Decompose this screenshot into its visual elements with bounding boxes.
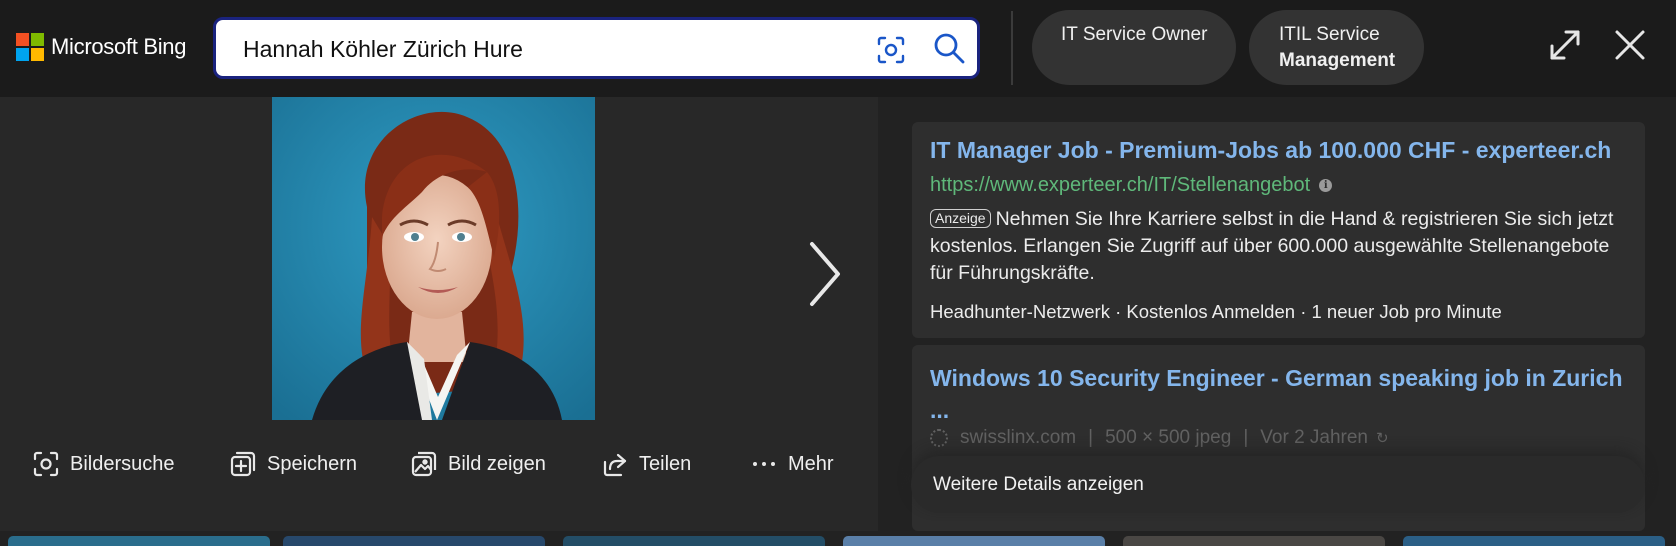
thumbnail[interactable] [563, 536, 825, 546]
ad-description-text: Nehmen Sie Ihre Karriere selbst in die H… [930, 208, 1614, 284]
search-box[interactable] [213, 17, 980, 79]
expand-icon[interactable] [1546, 26, 1584, 64]
result-meta: swisslinx.com | 500 × 500 jpeg | Vor 2 J… [930, 427, 1389, 449]
result-size: 500 × 500 jpeg [1105, 427, 1232, 448]
action-more[interactable]: Mehr [750, 444, 834, 484]
action-visual-search[interactable]: Bildersuche [32, 444, 175, 484]
action-share[interactable]: Teilen [601, 444, 691, 484]
thumbnail[interactable] [1123, 536, 1385, 546]
history-icon: ↻ [1376, 430, 1389, 447]
more-details-label: Weitere Details anzeigen [933, 474, 1144, 495]
action-label: Bildersuche [70, 452, 175, 475]
action-label: Bild zeigen [448, 452, 546, 475]
result-age: Vor 2 Jahren [1260, 427, 1369, 448]
next-image-chevron-icon[interactable] [806, 224, 846, 324]
close-icon[interactable] [1613, 28, 1647, 62]
action-save[interactable]: Speichern [229, 444, 357, 484]
ad-sitelinks[interactable]: Headhunter-Netzwerk · Kostenlos Anmelden… [930, 301, 1502, 323]
thumbnail[interactable] [1403, 536, 1665, 546]
view-image-icon [411, 451, 437, 477]
more-icon [753, 462, 775, 466]
image-viewer: Bildersuche Speichern Bild zeigen Teilen… [0, 97, 878, 531]
thumbnail-strip [0, 536, 1676, 546]
action-label: Speichern [267, 452, 358, 475]
top-bar: Microsoft Bing IT Service Owner ITIL Ser… [0, 0, 1676, 97]
chip-label-line2: Management [1279, 50, 1396, 71]
chip-label: IT Service Owner [1061, 24, 1208, 45]
search-input[interactable] [243, 33, 843, 65]
share-icon [603, 453, 627, 477]
related-chip-itil-service-management[interactable]: ITIL Service Management [1249, 10, 1424, 85]
related-chip-it-service-owner[interactable]: IT Service Owner [1032, 10, 1236, 85]
chip-label-line1: ITIL Service [1279, 24, 1380, 45]
info-icon[interactable]: i [1319, 179, 1333, 192]
action-label: Teilen [639, 452, 692, 475]
ad-url-text: https://www.experteer.ch/IT/Stellenangeb… [930, 174, 1311, 196]
ad-card: IT Manager Job - Premium-Jobs ab 100.000… [912, 122, 1645, 338]
image-action-bar: Bildersuche Speichern Bild zeigen Teilen… [0, 444, 878, 494]
add-collection-icon [230, 451, 256, 477]
more-details-button[interactable]: Weitere Details anzeigen [911, 456, 1645, 513]
globe-icon [930, 429, 948, 447]
action-view-image[interactable]: Bild zeigen [410, 444, 546, 484]
visual-search-icon[interactable] [875, 34, 907, 66]
search-icon[interactable] [932, 31, 966, 65]
brand-name: Microsoft Bing [51, 34, 187, 59]
thumbnail[interactable] [8, 536, 270, 546]
action-label: Mehr [788, 452, 834, 475]
details-pane: IT Manager Job - Premium-Jobs ab 100.000… [878, 97, 1676, 531]
thumbnail[interactable] [283, 536, 545, 546]
ad-description: Anzeige Nehmen Sie Ihre Karriere selbst i… [930, 206, 1635, 287]
ad-url[interactable]: https://www.experteer.ch/IT/Stellenangeb… [930, 174, 1333, 197]
bing-logo[interactable]: Microsoft Bing [16, 33, 186, 61]
visual-search-icon [33, 451, 59, 477]
ad-badge: Anzeige [930, 209, 991, 228]
divider [1011, 11, 1013, 85]
result-site[interactable]: swisslinx.com [960, 427, 1076, 449]
ad-title-link[interactable]: IT Manager Job - Premium-Jobs ab 100.000… [930, 137, 1611, 164]
result-title-link[interactable]: Windows 10 Security Engineer - German sp… [930, 362, 1630, 426]
thumbnail[interactable] [843, 536, 1105, 546]
microsoft-logo-icon [16, 33, 44, 61]
main-image[interactable] [272, 97, 595, 420]
